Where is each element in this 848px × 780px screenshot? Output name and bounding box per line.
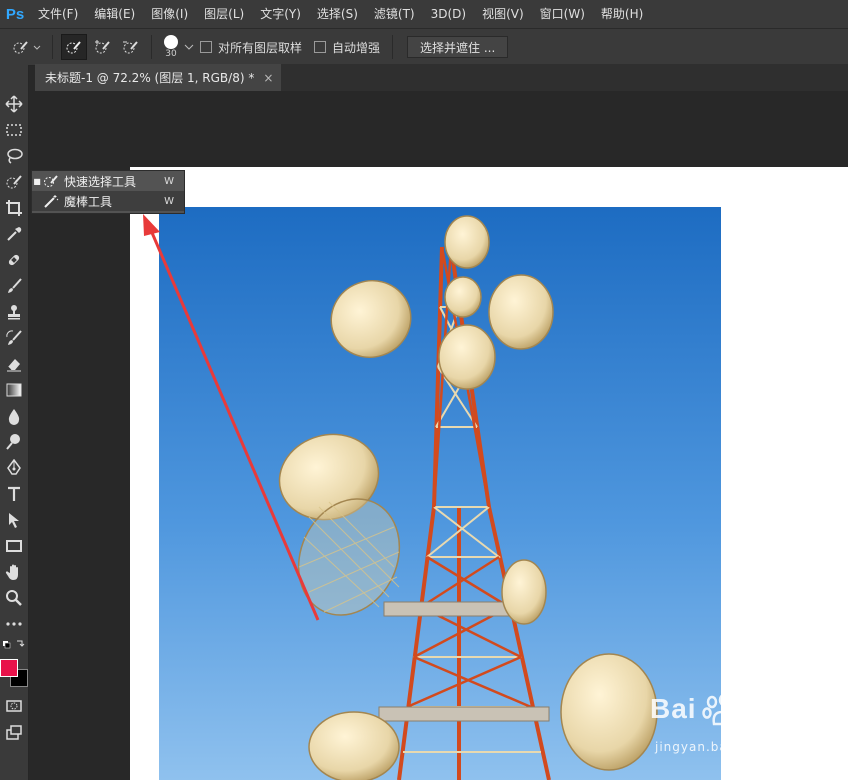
watermark-brand: Bai (650, 693, 697, 724)
paw-logo-icon (702, 694, 739, 726)
watermark-url: jingyan.baidu.com (655, 740, 783, 754)
flyout-item-magic-wand[interactable]: 魔棒工具 W (32, 191, 184, 211)
watermark-suffix: 经验 (745, 704, 785, 728)
quick-selection-icon (42, 173, 60, 189)
selection-tools-flyout: ■ 快速选择工具 W 魔棒工具 W (31, 170, 185, 214)
flyout-item-shortcut: W (164, 175, 174, 187)
magic-wand-icon (42, 193, 60, 209)
flyout-item-shortcut: W (164, 195, 174, 207)
baidu-watermark: Bai 经验 jingyan.baidu.com (640, 688, 810, 768)
flyout-item-label: 快速选择工具 (64, 174, 137, 189)
flyout-item-quick-selection[interactable]: ■ 快速选择工具 W (32, 171, 184, 191)
active-bullet: ■ (33, 176, 41, 186)
annotation-arrow (143, 214, 320, 621)
flyout-item-label: 魔棒工具 (64, 194, 113, 209)
